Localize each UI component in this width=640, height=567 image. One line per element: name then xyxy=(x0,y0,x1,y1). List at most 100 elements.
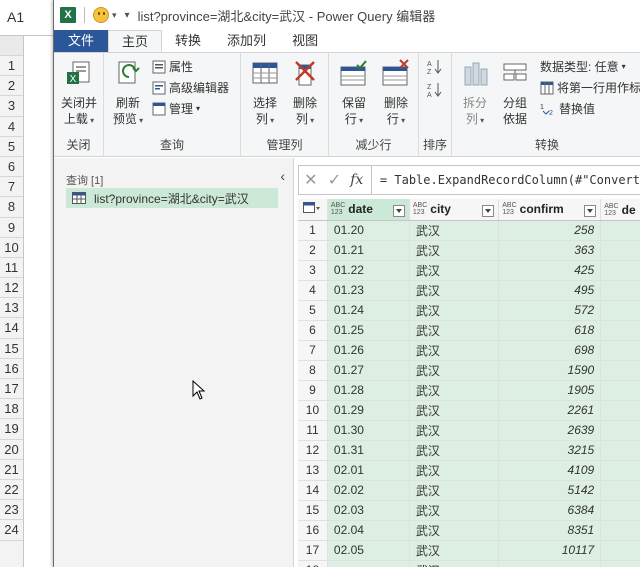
table-options-button[interactable] xyxy=(298,199,328,221)
cell-city[interactable]: 武汉 xyxy=(409,260,500,281)
name-box[interactable]: A1 xyxy=(0,0,54,36)
row-number[interactable]: 16 xyxy=(298,520,328,541)
keep-rows-button[interactable]: 保留 行 ▾ xyxy=(335,59,373,129)
cell-city[interactable]: 武汉 xyxy=(409,460,500,481)
cell-confirm[interactable]: 363 xyxy=(498,240,602,261)
confirm-formula-icon[interactable]: ✓ xyxy=(323,170,347,190)
excel-row-number[interactable]: 11 xyxy=(0,258,23,279)
cell-confirm[interactable]: 698 xyxy=(498,340,602,361)
cell-next-column[interactable] xyxy=(600,500,640,521)
column-filter-icon[interactable] xyxy=(482,205,495,218)
manage-button[interactable]: 管理 ▾ xyxy=(152,100,200,117)
cell-next-column[interactable] xyxy=(600,260,640,281)
row-number[interactable]: 13 xyxy=(298,460,328,481)
row-number[interactable]: 6 xyxy=(298,320,328,341)
cell-next-column[interactable] xyxy=(600,560,640,567)
cell-city[interactable]: 武汉 xyxy=(409,280,500,301)
cell-city[interactable]: 武汉 xyxy=(409,220,500,241)
cell-date[interactable]: 02.01 xyxy=(327,460,410,481)
column-header-confirm[interactable]: ABC 123 confirm xyxy=(498,199,602,221)
cell-next-column[interactable] xyxy=(600,460,640,481)
cell-city[interactable]: 武汉 xyxy=(409,480,500,501)
feedback-dropdown-icon[interactable]: ▾ xyxy=(112,10,117,21)
column-header-de[interactable]: ABC 123 de xyxy=(600,199,640,221)
close-and-load-button[interactable]: X 关闭并 上载 ▾ xyxy=(56,59,102,129)
row-number[interactable]: 10 xyxy=(298,400,328,421)
cell-date[interactable]: 01.29 xyxy=(327,400,410,421)
cell-date[interactable]: 01.30 xyxy=(327,420,410,441)
cell-date[interactable]: 01.22 xyxy=(327,260,410,281)
tab-view[interactable]: 视图 xyxy=(279,30,331,52)
remove-rows-button[interactable]: 删除 行 ▾ xyxy=(377,59,415,129)
row-number[interactable]: 9 xyxy=(298,380,328,401)
excel-row-number[interactable]: 24 xyxy=(0,520,23,541)
fx-icon[interactable]: fx xyxy=(346,172,367,188)
excel-row-number[interactable]: 13 xyxy=(0,298,23,319)
row-number[interactable]: 14 xyxy=(298,480,328,501)
cell-confirm[interactable]: 10117 xyxy=(498,540,602,561)
cell-date[interactable]: 02.03 xyxy=(327,500,410,521)
cell-next-column[interactable] xyxy=(600,320,640,341)
cell-confirm[interactable]: 2639 xyxy=(498,420,602,441)
replace-values-button[interactable]: 12 替换值 xyxy=(540,100,595,117)
cell-date[interactable]: 02.02 xyxy=(327,480,410,501)
excel-row-number[interactable]: 21 xyxy=(0,460,23,480)
query-item[interactable]: list?province=湖北&city=武汉 xyxy=(66,188,278,208)
cell-date[interactable]: 01.28 xyxy=(327,380,410,401)
cell-next-column[interactable] xyxy=(600,340,640,361)
sort-descending-button[interactable]: ZA xyxy=(427,81,446,99)
cell-city[interactable]: 武汉 xyxy=(409,360,500,381)
cell-confirm[interactable]: 1590 xyxy=(498,360,602,381)
tab-file[interactable]: 文件 xyxy=(54,30,109,52)
cell-confirm[interactable] xyxy=(498,560,602,567)
excel-row-number[interactable]: 10 xyxy=(0,238,23,258)
excel-row-number[interactable]: 9 xyxy=(0,218,23,238)
cell-city[interactable]: 武汉 xyxy=(409,420,500,441)
excel-row-number[interactable]: 18 xyxy=(0,399,23,420)
cell-next-column[interactable] xyxy=(600,400,640,421)
excel-row-number[interactable]: 4 xyxy=(0,117,23,137)
row-number[interactable]: 4 xyxy=(298,280,328,301)
column-filter-icon[interactable] xyxy=(584,205,597,218)
excel-row-number[interactable]: 5 xyxy=(0,137,23,157)
cell-next-column[interactable] xyxy=(600,480,640,501)
cell-next-column[interactable] xyxy=(600,440,640,461)
cell-date[interactable]: 01.23 xyxy=(327,280,410,301)
cell-date[interactable] xyxy=(327,560,410,567)
cell-confirm[interactable]: 618 xyxy=(498,320,602,341)
excel-row-number[interactable]: 3 xyxy=(0,96,23,117)
cell-confirm[interactable]: 572 xyxy=(498,300,602,321)
cell-date[interactable]: 01.21 xyxy=(327,240,410,261)
excel-row-number[interactable]: 1 xyxy=(0,56,23,77)
row-number[interactable]: 7 xyxy=(298,340,328,361)
tab-transform[interactable]: 转换 xyxy=(162,30,214,52)
row-number[interactable]: 12 xyxy=(298,440,328,461)
cell-next-column[interactable] xyxy=(600,240,640,261)
group-by-button[interactable]: 分组 依据 xyxy=(498,59,532,127)
excel-row-number[interactable]: 16 xyxy=(0,359,23,379)
cell-city[interactable]: 武汉 xyxy=(409,500,500,521)
cell-date[interactable]: 01.27 xyxy=(327,360,410,381)
cell-city[interactable]: 武汉 xyxy=(409,380,500,401)
cell-city[interactable]: 武汉 xyxy=(409,300,500,321)
split-column-button[interactable]: 拆分 列 ▾ xyxy=(458,59,492,129)
cell-next-column[interactable] xyxy=(600,540,640,561)
quick-access-menu-icon[interactable]: ▾ xyxy=(125,10,130,21)
cell-confirm[interactable]: 495 xyxy=(498,280,602,301)
column-header-city[interactable]: ABC 123 city xyxy=(409,199,500,221)
properties-button[interactable]: 属性 xyxy=(152,58,193,75)
formula-input[interactable]: = Table.ExpandRecordColumn(#"Convert xyxy=(372,173,640,187)
feedback-smile-icon[interactable] xyxy=(93,7,109,23)
cell-city[interactable]: 武汉 xyxy=(409,540,500,561)
cell-confirm[interactable]: 2261 xyxy=(498,400,602,421)
row-number[interactable]: 1 xyxy=(298,220,328,241)
choose-columns-button[interactable]: 选择 列 ▾ xyxy=(247,59,283,129)
cell-next-column[interactable] xyxy=(600,360,640,381)
type-any-icon[interactable]: ABC 123 xyxy=(413,202,427,216)
type-any-icon[interactable]: ABC 123 xyxy=(502,202,516,216)
type-any-icon[interactable]: ABC 123 xyxy=(331,202,345,216)
column-header-date[interactable]: ABC 123 date xyxy=(327,199,410,221)
cell-date[interactable]: 01.20 xyxy=(327,220,410,241)
cell-date[interactable]: 01.24 xyxy=(327,300,410,321)
row-number[interactable]: 11 xyxy=(298,420,328,441)
